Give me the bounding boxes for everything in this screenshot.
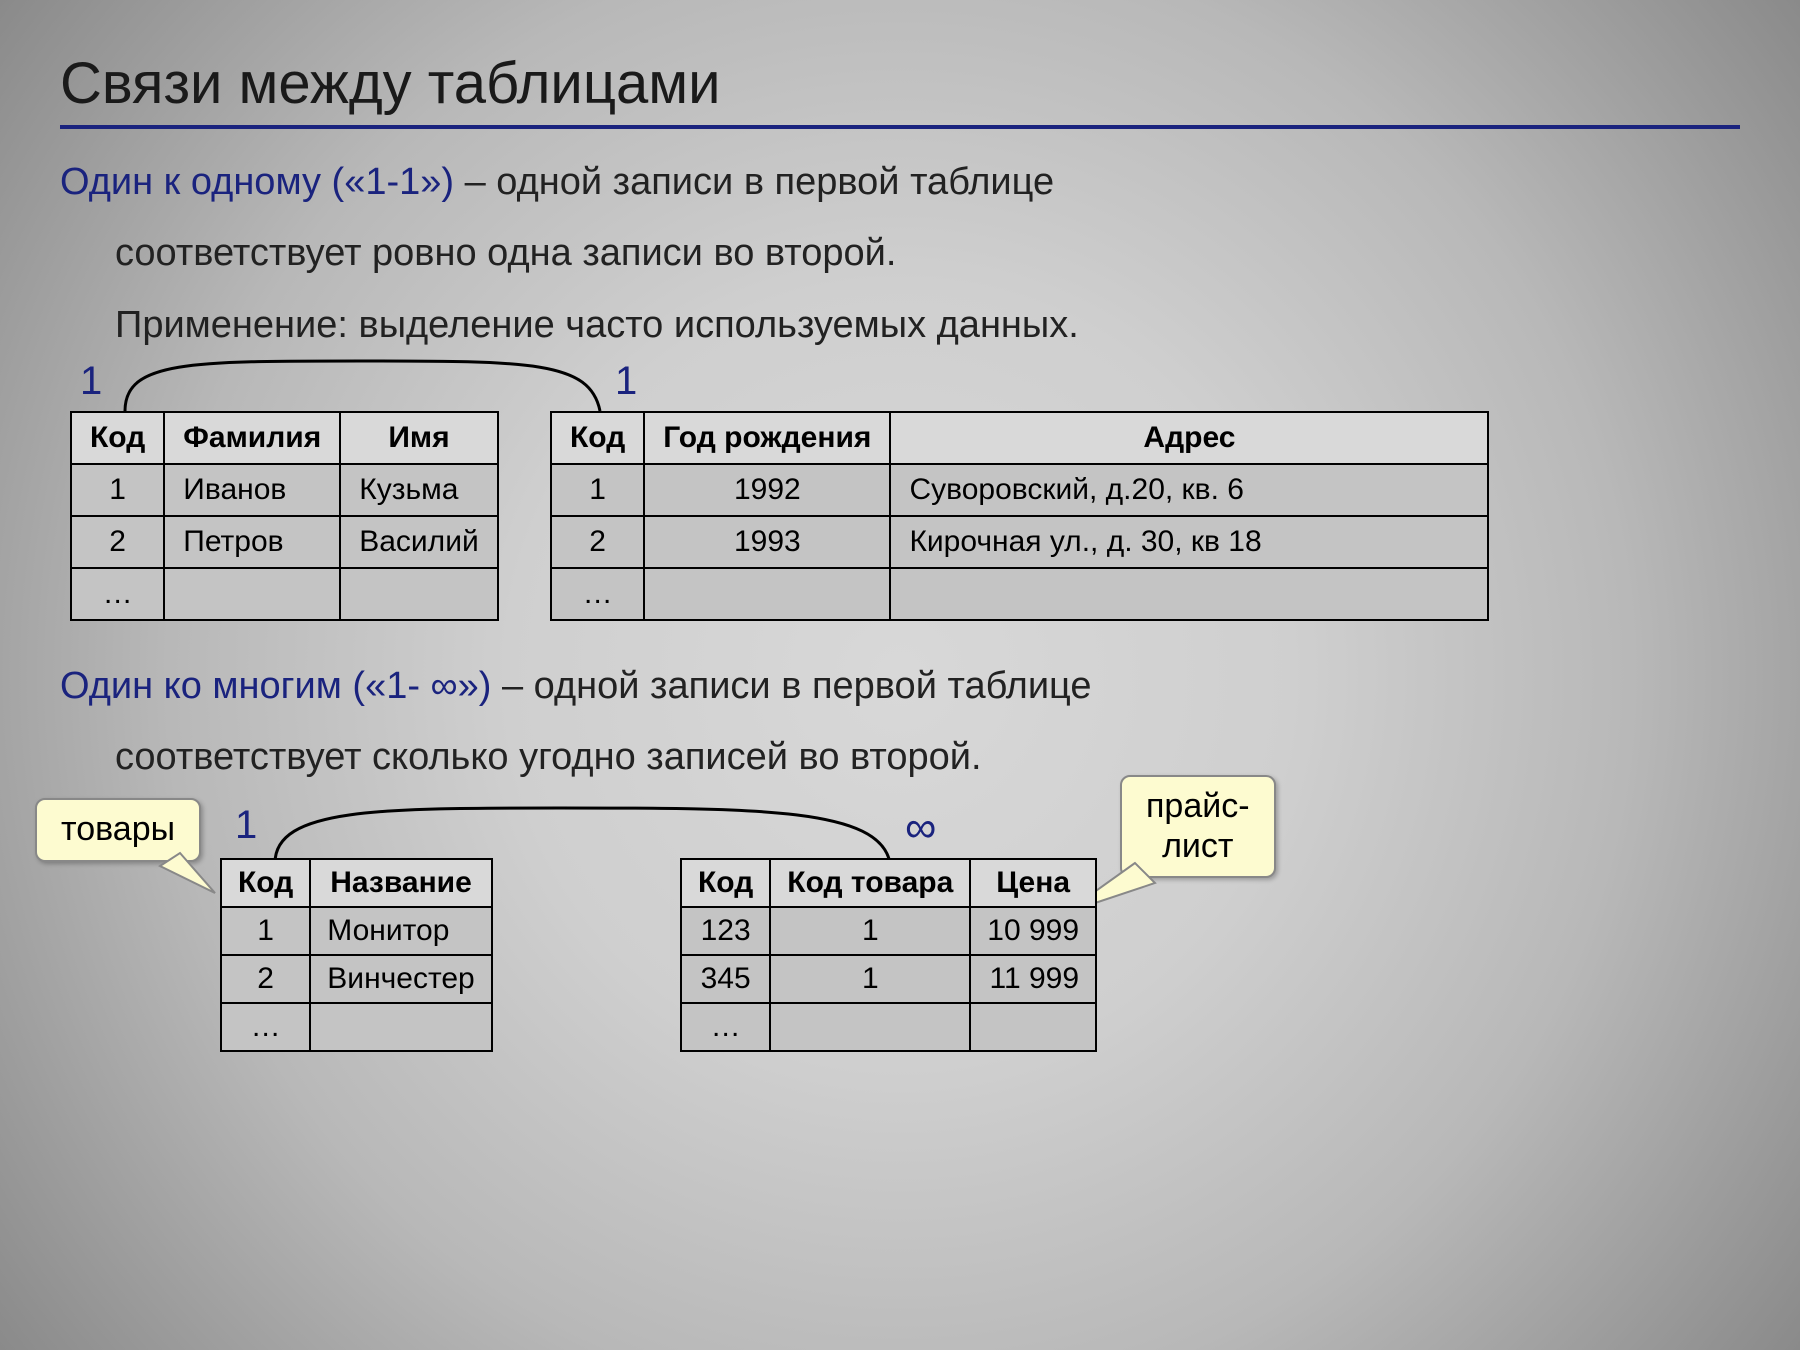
table-row: 2ПетровВасилий bbox=[71, 516, 498, 568]
th: Адрес bbox=[890, 412, 1488, 464]
table-row: … bbox=[71, 568, 498, 620]
table-header-row: Код Фамилия Имя bbox=[71, 412, 498, 464]
callout-goods-text: товары bbox=[61, 810, 175, 848]
s1-table-a: Код Фамилия Имя 1ИвановКузьма 2ПетровВас… bbox=[70, 411, 499, 621]
s2-tables: 1 ∞ товары прайс- лист Код Название 1Мон… bbox=[60, 803, 1740, 1093]
s1-lead: Один к одному («1-1») bbox=[60, 161, 454, 203]
table-header-row: Код Название bbox=[221, 859, 492, 907]
table-row: 21993Кирочная ул., д. 30, кв 18 bbox=[551, 516, 1488, 568]
s1-rest: – одной записи в первой таблице bbox=[454, 161, 1054, 203]
s1-line1: Один к одному («1-1») – одной записи в п… bbox=[60, 157, 1740, 208]
slide: Связи между таблицами Один к одному («1-… bbox=[60, 20, 1740, 1310]
s1-line3: Применение: выделение часто используемых… bbox=[115, 300, 1740, 351]
table-row: 11992Суворовский, д.20, кв. 6 bbox=[551, 464, 1488, 516]
table-header-row: Код Код товара Цена bbox=[681, 859, 1096, 907]
th: Цена bbox=[970, 859, 1096, 907]
th: Имя bbox=[340, 412, 497, 464]
th: Фамилия bbox=[164, 412, 340, 464]
table-row: 1Монитор bbox=[221, 907, 492, 955]
th: Название bbox=[310, 859, 491, 907]
s2-table-a: Код Название 1Монитор 2Винчестер … bbox=[220, 858, 493, 1052]
table-header-row: Код Год рождения Адрес bbox=[551, 412, 1488, 464]
th: Код товара bbox=[770, 859, 970, 907]
title-underline bbox=[60, 125, 1740, 129]
th: Год рождения bbox=[644, 412, 890, 464]
table-row: 2Винчестер bbox=[221, 955, 492, 1003]
s2-line1: Один ко многим («1- ∞») – одной записи в… bbox=[60, 661, 1740, 712]
th: Код bbox=[71, 412, 164, 464]
s2-line2: соответствует сколько угодно записей во … bbox=[115, 732, 1740, 783]
slide-title: Связи между таблицами bbox=[60, 50, 1740, 117]
s1-line2: соответствует ровно одна записи во второ… bbox=[115, 228, 1740, 279]
s2-rest: – одной записи в первой таблице bbox=[491, 665, 1091, 707]
th: Код bbox=[681, 859, 770, 907]
callout-pricelist-text: прайс- лист bbox=[1146, 787, 1250, 864]
th: Код bbox=[221, 859, 310, 907]
s1-tables: 1 1 Код Фамилия Имя 1ИвановКузьма 2Петро… bbox=[60, 371, 1740, 631]
table-row: … bbox=[221, 1003, 492, 1051]
table-row: 345111 999 bbox=[681, 955, 1096, 1003]
s2-table-b: Код Код товара Цена 123110 999 345111 99… bbox=[680, 858, 1097, 1052]
table-row: 123110 999 bbox=[681, 907, 1096, 955]
s1-table-b: Код Год рождения Адрес 11992Суворовский,… bbox=[550, 411, 1489, 621]
table-row: 1ИвановКузьма bbox=[71, 464, 498, 516]
th: Код bbox=[551, 412, 644, 464]
table-row: … bbox=[681, 1003, 1096, 1051]
s2-lead: Один ко многим («1- ∞») bbox=[60, 665, 491, 707]
table-row: … bbox=[551, 568, 1488, 620]
